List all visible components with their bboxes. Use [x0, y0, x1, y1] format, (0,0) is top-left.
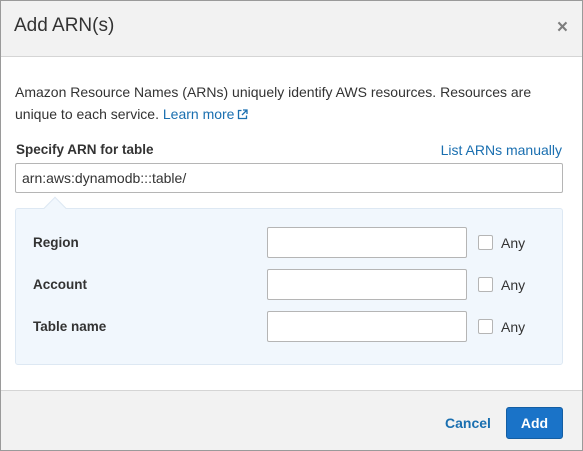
cancel-button[interactable]: Cancel	[445, 415, 491, 431]
table-name-any-checkbox[interactable]	[478, 319, 493, 334]
account-input[interactable]	[267, 269, 467, 300]
description: Amazon Resource Names (ARNs) uniquely id…	[15, 81, 565, 125]
table-name-input[interactable]	[267, 311, 467, 342]
region-input[interactable]	[267, 227, 467, 258]
specify-arn-label: Specify ARN for table	[16, 142, 154, 157]
region-any-checkbox[interactable]	[478, 235, 493, 250]
description-text: Amazon Resource Names (ARNs) uniquely id…	[15, 84, 532, 122]
learn-more-link[interactable]: Learn more	[163, 106, 249, 122]
dialog-title: Add ARN(s)	[14, 15, 115, 36]
table-name-label: Table name	[33, 319, 107, 334]
region-any-label: Any	[501, 235, 526, 251]
dialog-header: Add ARN(s) ×	[1, 1, 582, 57]
learn-more-label: Learn more	[162, 106, 235, 122]
account-any-label: Any	[501, 277, 526, 293]
table-name-any-label: Any	[501, 319, 526, 335]
add-arn-dialog: Add ARN(s) × Amazon Resource Names (ARNs…	[0, 0, 583, 451]
arn-builder-panel: Region Any Account Any Table name Any	[15, 196, 563, 365]
dialog-footer: Cancel Add	[1, 390, 582, 450]
account-label: Account	[33, 277, 87, 292]
list-arns-manually-link[interactable]: List ARNs manually	[441, 142, 562, 158]
arn-input[interactable]	[15, 163, 563, 193]
add-button[interactable]: Add	[506, 407, 563, 439]
panel-caret	[43, 196, 67, 220]
account-any-checkbox[interactable]	[478, 277, 493, 292]
close-icon[interactable]: ×	[557, 17, 568, 39]
region-label: Region	[33, 235, 79, 250]
external-link-icon	[238, 109, 249, 120]
